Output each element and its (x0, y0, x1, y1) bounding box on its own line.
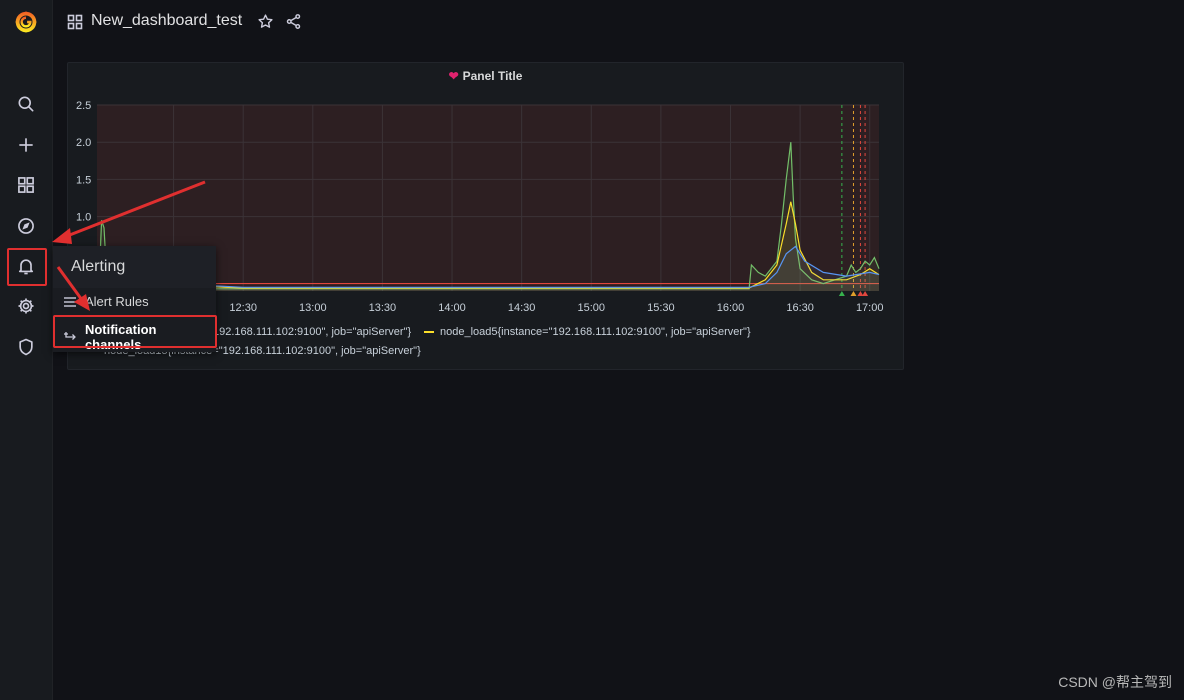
notification-channels-highlight-box (53, 315, 217, 348)
shield-icon[interactable] (10, 331, 42, 363)
y-tick-label: 1.0 (76, 212, 91, 224)
watermark: CSDN @帮主驾到 (1058, 674, 1172, 690)
dashboards-icon[interactable] (10, 169, 42, 201)
gear-icon[interactable] (10, 290, 42, 322)
plus-icon[interactable] (10, 129, 42, 161)
bell-highlight-box (7, 248, 47, 286)
x-tick-label: 15:00 (577, 302, 605, 314)
list-icon (64, 296, 76, 307)
annotation-marker (838, 291, 845, 296)
share-icon[interactable] (285, 13, 302, 35)
y-tick-label: 1.5 (76, 174, 91, 186)
annotation-marker (850, 291, 857, 296)
x-tick-label: 16:30 (786, 302, 814, 314)
legend-label: 192.168.111.102:9100", job="apiServer"} (213, 326, 412, 338)
explore-icon[interactable] (10, 210, 42, 242)
x-tick-label: 14:00 (438, 302, 466, 314)
x-tick-label: 15:30 (647, 302, 675, 314)
menu-item-label: Alert Rules (85, 294, 149, 309)
x-tick-label: 14:30 (508, 302, 536, 314)
legend-label: node_load5{instance="192.168.111.102:910… (440, 326, 751, 338)
x-tick-label: 17:00 (856, 302, 884, 314)
legend-item[interactable]: 192.168.111.102:9100", job="apiServer"} (213, 326, 411, 338)
y-tick-label: 2.5 (76, 100, 91, 112)
grafana-logo-icon[interactable] (10, 6, 42, 38)
annotation-marker (862, 291, 869, 296)
legend-swatch (424, 331, 434, 334)
legend-item[interactable]: node_load5{instance="192.168.111.102:910… (424, 326, 751, 338)
search-icon[interactable] (10, 88, 42, 120)
y-tick-label: 2.0 (76, 137, 91, 149)
alerting-menu-title: Alerting (71, 258, 126, 275)
x-tick-label: 13:00 (299, 302, 327, 314)
dashboard-grid-icon (67, 14, 83, 35)
dashboard-title[interactable]: New_dashboard_test (91, 12, 242, 30)
alerting-menu-header[interactable]: Alerting (53, 246, 216, 288)
sidebar (0, 0, 53, 700)
star-icon[interactable] (257, 13, 274, 35)
top-bar: New_dashboard_test (52, 0, 1184, 44)
x-tick-label: 13:30 (369, 302, 397, 314)
menu-item-alert-rules[interactable]: Alert Rules (63, 294, 149, 309)
x-tick-label: 16:00 (717, 302, 745, 314)
x-tick-label: 12:30 (229, 302, 257, 314)
